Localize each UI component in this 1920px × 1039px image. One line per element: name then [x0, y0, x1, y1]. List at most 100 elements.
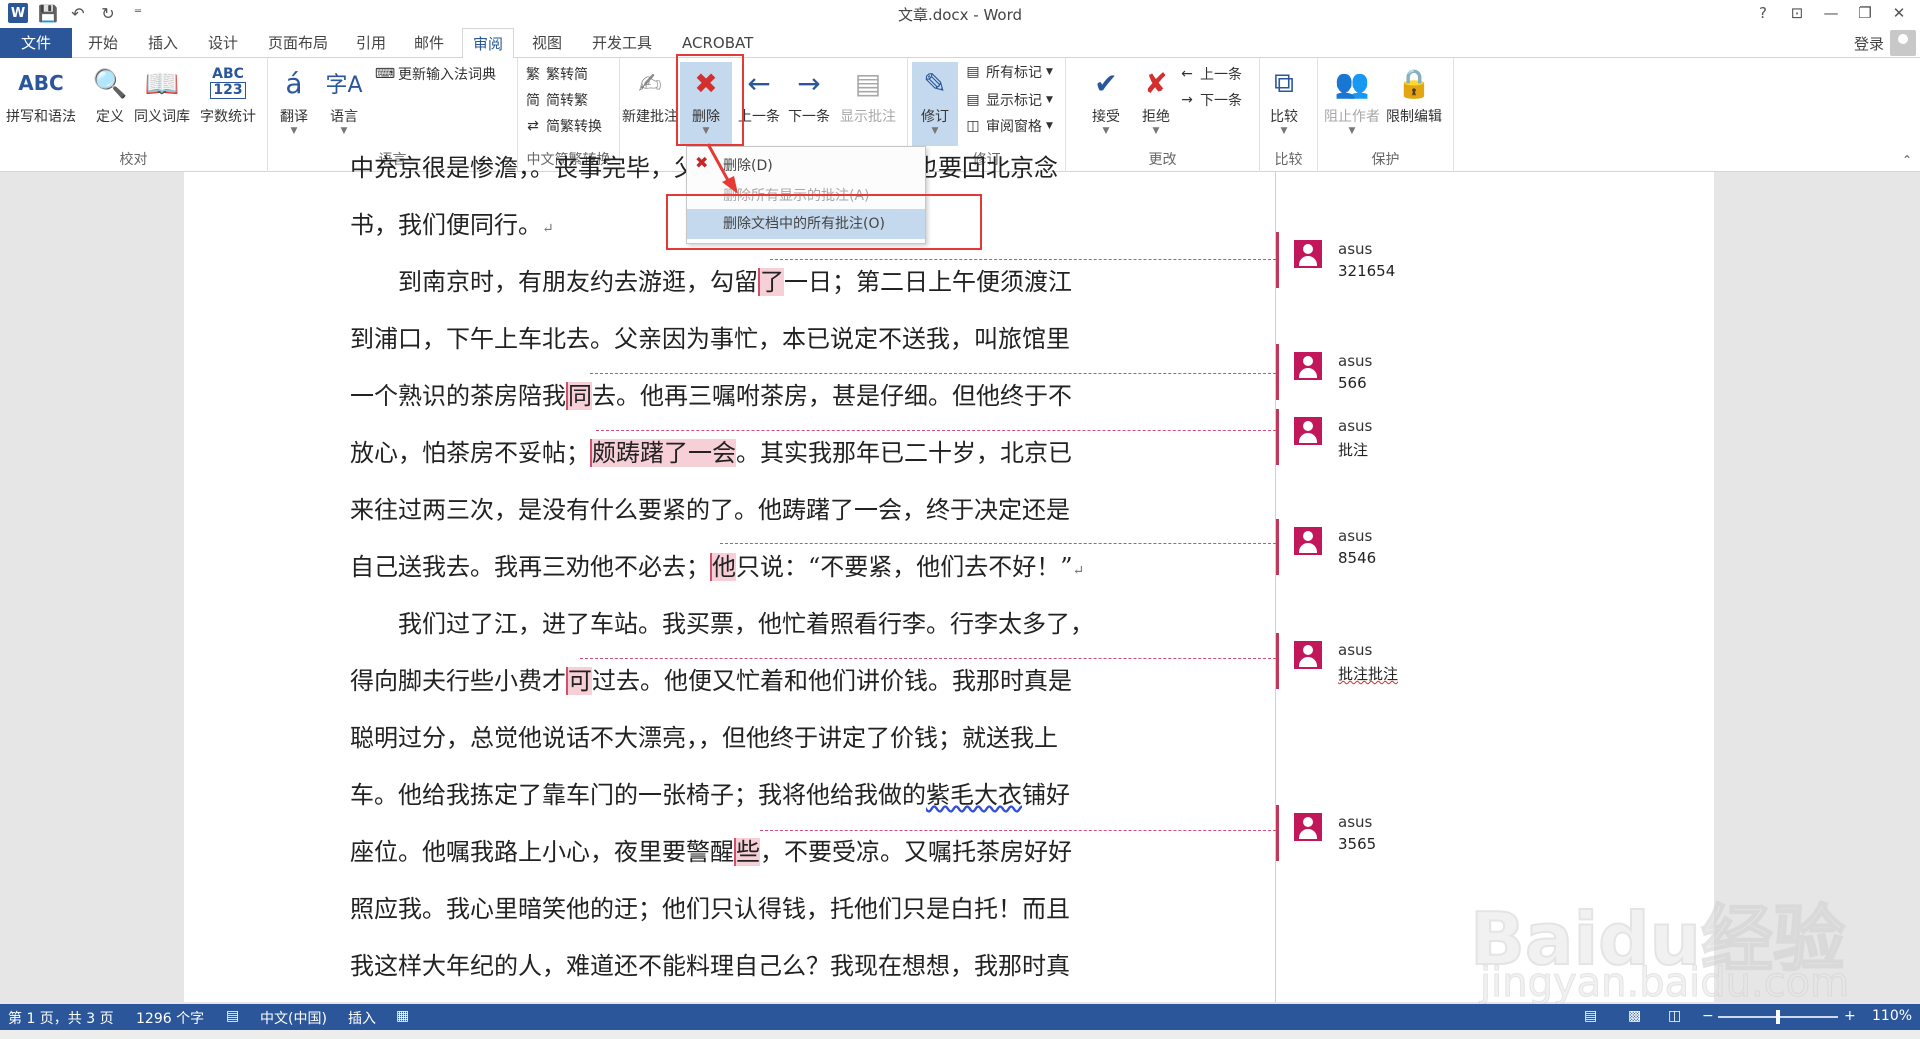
undo-icon[interactable]: ↶ [68, 3, 88, 23]
restore-icon[interactable]: ❐ [1850, 2, 1880, 24]
quick-access-toolbar: W 💾 ↶ ↻ ⁼ [8, 3, 148, 23]
redo-icon[interactable]: ↻ [98, 3, 118, 23]
print-layout-icon[interactable]: ▩ [1628, 1008, 1641, 1024]
save-icon[interactable]: 💾 [38, 3, 58, 23]
group-changes: ✔ 接受 ▼ ✘ 拒绝 ▼ ← 上一条 → 下一条 更改 [1066, 58, 1260, 172]
t2s-button[interactable]: 繁 繁转简 [524, 64, 588, 84]
zoom-slider-thumb[interactable] [1776, 1010, 1780, 1024]
update-ime-button[interactable]: ⌨ 更新输入法词典 [375, 64, 496, 84]
next-change-button[interactable]: → 下一条 [1178, 90, 1242, 110]
tab-mailings[interactable]: 邮件 [404, 28, 454, 58]
next-comment-button[interactable]: → 下一条 [788, 62, 830, 126]
document-line[interactable]: 到浦口，下午上车北去。父亲因为事忙，本已说定不送我，叫旅馆里 [350, 319, 1070, 359]
document-line[interactable]: 聪明过分，总觉他说话不大漂亮，，但他终于讲定了价钱；就送我上 [350, 718, 1058, 758]
document-line[interactable]: 来往过两三次，是没有什么要紧的了。他踌躇了一会，终于决定还是 [350, 490, 1070, 530]
tab-layout[interactable]: 页面布局 [258, 28, 338, 58]
delete-comment-button[interactable]: ✖ 删除 ▼ [680, 62, 732, 146]
reviewing-pane-button[interactable]: ◫ 审阅窗格 ▼ [964, 116, 1053, 136]
minimize-icon[interactable]: — [1816, 2, 1846, 24]
t2s-icon: 繁 [526, 67, 540, 83]
track-changes-button[interactable]: ✎ 修订 ▼ [912, 62, 958, 146]
language-button[interactable]: 字A 语言 ▼ [324, 62, 364, 136]
document-line[interactable]: 我这样大年纪的人，难道还不能料理自己么？我现在想想，我那时真 [350, 946, 1070, 986]
prev-comment-button[interactable]: ← 上一条 [738, 62, 780, 126]
tab-view[interactable]: 视图 [522, 28, 572, 58]
zoom-out-button[interactable]: − [1702, 1008, 1714, 1024]
title-bar: W 💾 ↶ ↻ ⁼ 文章.docx - Word ? ⊡ — ❐ ✕ [0, 0, 1920, 28]
tab-home[interactable]: 开始 [78, 28, 128, 58]
page-count[interactable]: 第 1 页，共 3 页 [8, 1008, 114, 1028]
document-line[interactable]: 我们过了江，进了车站。我买票，他忙着照看行李。行李太多了， [350, 604, 1094, 644]
arrow-icon [706, 143, 738, 194]
login-link[interactable]: 登录 [1854, 33, 1884, 54]
document-line[interactable]: 得向脚夫行些小费才可过去。他便又忙着和他们讲价钱。我那时真是 [350, 661, 1072, 701]
chevron-down-icon: ▼ [1280, 126, 1288, 136]
track-changes-icon: ✎ [923, 66, 947, 100]
comment-text[interactable]: 批注 [1338, 439, 1368, 460]
customize-qat-icon[interactable]: ⁼ [128, 3, 148, 23]
spelling-grammar-button[interactable]: ABC 拼写和语法 [6, 62, 76, 126]
block-authors-button[interactable]: 👥 阻止作者 ▼ [1324, 62, 1380, 137]
word-logo-icon[interactable]: W [8, 3, 28, 23]
tab-insert[interactable]: 插入 [138, 28, 188, 58]
comment-text[interactable]: 批注批注 [1338, 663, 1398, 684]
tab-references[interactable]: 引用 [346, 28, 396, 58]
document-line[interactable]: 一个熟识的茶房陪我同去。他再三嘱咐茶房，甚是仔细。但他终于不 [350, 376, 1072, 416]
thesaurus-button[interactable]: 📖 同义词库 [134, 62, 190, 126]
document-line[interactable]: 照应我。我心里暗笑他的迂；他们只认得钱，托他们只是白托！而且 [350, 889, 1070, 929]
tab-review[interactable]: 审阅 [462, 28, 515, 59]
define-button[interactable]: 🔍 定义 [90, 62, 130, 126]
group-proofing: ABC 拼写和语法 🔍 定义 📖 同义词库 ABC 123 字数统计 校对 [0, 58, 268, 172]
convert-button[interactable]: ⇄ 简繁转换 [524, 116, 602, 136]
comment-text[interactable]: 321654 [1338, 262, 1395, 280]
markup-select[interactable]: ▤ 所有标记 ▼ [964, 62, 1053, 82]
accept-button[interactable]: ✔ 接受 ▼ [1086, 62, 1126, 137]
close-icon[interactable]: ✕ [1884, 2, 1914, 24]
text-run: 。其实我那年已二十岁，北京已 [736, 439, 1072, 467]
word-count-button[interactable]: ABC 123 字数统计 [200, 62, 256, 126]
document-line[interactable]: 车。他给我拣定了靠车门的一张椅子；我将他给我做的紫毛大衣铺好 [350, 775, 1070, 815]
insert-mode[interactable]: 插入 [348, 1008, 376, 1028]
web-layout-icon[interactable]: ◫ [1668, 1008, 1681, 1024]
zoom-in-button[interactable]: + [1844, 1008, 1856, 1024]
chevron-down-icon: ▼ [1046, 95, 1053, 105]
author-avatar-icon [1294, 417, 1322, 445]
compare-icon: ⧉ [1274, 66, 1294, 99]
tab-file[interactable]: 文件 [0, 28, 72, 58]
macro-record-icon[interactable]: ▦ [396, 1008, 409, 1024]
document-line[interactable]: 到南京时，有朋友约去游逛，勾留了一日；第二日上午便须渡江 [350, 262, 1072, 302]
show-markup-button[interactable]: ▤ 显示标记 ▼ [964, 90, 1053, 110]
translate-button[interactable]: á 翻译 ▼ [274, 62, 314, 137]
proofing-status-icon[interactable]: ▤ [226, 1008, 239, 1024]
s2t-button[interactable]: 简 简转繁 [524, 90, 588, 110]
document-line[interactable]: 座位。他嘱我路上小心，夜里要警醒些，不要受凉。又嘱托茶房好好 [350, 832, 1072, 872]
tab-acrobat[interactable]: ACROBAT [672, 28, 763, 58]
comment-text[interactable]: 566 [1338, 374, 1367, 392]
document-line[interactable]: 放心，怕茶房不妥帖；颇踌躇了一会。其实我那年已二十岁，北京已 [350, 433, 1072, 473]
word-count[interactable]: 1296 个字 [136, 1008, 204, 1028]
show-comments-button[interactable]: ▤ 显示批注 [840, 62, 896, 126]
help-icon[interactable]: ? [1748, 2, 1778, 24]
zoom-level[interactable]: 110% [1872, 1008, 1912, 1024]
comment-text[interactable]: 3565 [1338, 835, 1376, 853]
tab-design[interactable]: 设计 [198, 28, 248, 58]
reject-button[interactable]: ✘ 拒绝 ▼ [1136, 62, 1176, 137]
tab-developer[interactable]: 开发工具 [582, 28, 662, 58]
collapse-ribbon-icon[interactable]: ⌃ [1902, 153, 1912, 167]
read-mode-icon[interactable]: ▤ [1584, 1008, 1597, 1024]
comment-text[interactable]: 8546 [1338, 549, 1376, 567]
document-line[interactable]: 书，我们便同行。↵ [350, 205, 554, 245]
spelling-icon: ABC [18, 71, 64, 95]
s2t-icon: 简 [526, 93, 540, 109]
restrict-editing-button[interactable]: 🔒 限制编辑 [1386, 62, 1442, 126]
language-status[interactable]: 中文(中国) [260, 1008, 327, 1028]
user-avatar[interactable] [1890, 30, 1916, 56]
comment-author: asus [1338, 641, 1373, 659]
prev-change-button[interactable]: ← 上一条 [1178, 64, 1242, 84]
document-line[interactable]: 自己送我去。我再三劝他不必去；他只说：“不要紧，他们去不好！”↵ [350, 547, 1084, 587]
menu-item-delete-all[interactable]: 删除文档中的所有批注(O) [687, 209, 925, 239]
text-run: 到南京时，有朋友约去游逛，勾留 [350, 268, 758, 296]
compare-button[interactable]: ⧉ 比较 ▼ [1264, 62, 1304, 136]
new-comment-button[interactable]: ✍ 新建批注 [622, 62, 678, 126]
ribbon-display-icon[interactable]: ⊡ [1782, 2, 1812, 24]
